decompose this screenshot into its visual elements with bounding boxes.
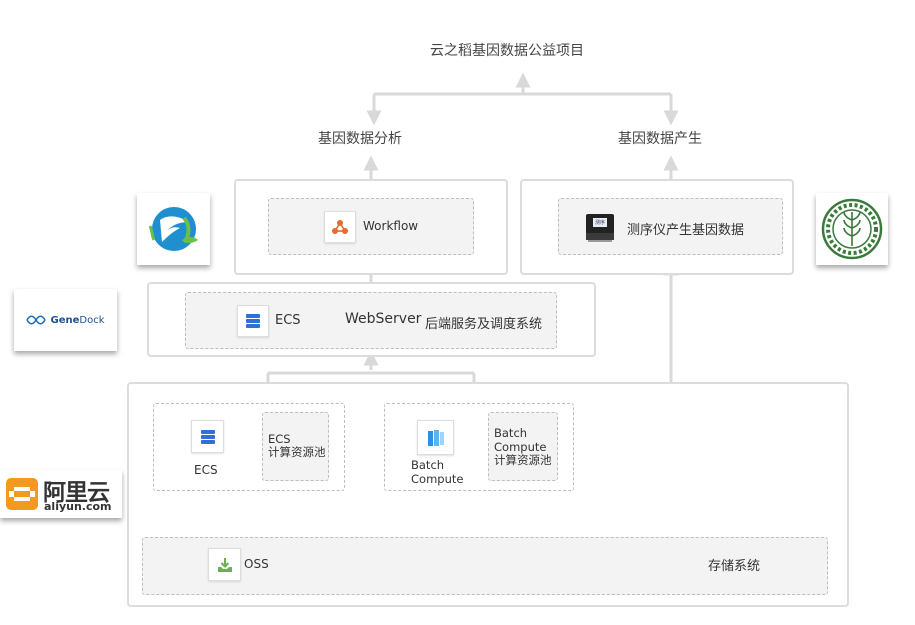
workflow-icon — [324, 211, 356, 243]
webserver-desc: 后端服务及调度系统 — [425, 317, 543, 332]
sequencer-screen-text: 测序 — [595, 220, 606, 226]
top-title: 云之稻基因数据公益项目 — [430, 43, 584, 59]
ecs-pool-line2: 计算资源池 — [268, 445, 326, 459]
rice-project-logo — [137, 193, 210, 265]
analysis-branch-title: 基因数据分析 — [318, 131, 402, 147]
sequencer-label: 测序仪产生基因数据 — [627, 223, 745, 238]
sequencer-icon: 测序 — [584, 211, 616, 243]
generation-branch-title: 基因数据产生 — [618, 131, 702, 147]
ecs-compute-label: ECS — [194, 463, 218, 477]
workflow-label: Workflow — [363, 219, 419, 233]
genedock-text-b: Dock — [79, 314, 105, 326]
server-icon — [237, 305, 269, 337]
genedock-text-a: Gene — [50, 314, 80, 326]
batch-pool-line1: Batch — [494, 426, 528, 440]
oss-icon — [208, 548, 241, 581]
ecs-pool-line1: ECS — [268, 432, 291, 446]
webserver-ecs-label: ECS — [275, 313, 301, 328]
aliyun-en-text: aliyun.com — [44, 500, 112, 513]
storage-desc: 存储系统 — [708, 559, 761, 574]
institute-seal-logo — [816, 193, 888, 265]
batch-pool-line2: Compute — [494, 440, 547, 454]
batch-pool-line3: 计算资源池 — [494, 453, 552, 467]
ecs-server-icon — [191, 420, 224, 453]
webserver-label: WebServer — [345, 311, 422, 327]
oss-label: OSS — [244, 557, 269, 571]
batch-label-line2: Compute — [411, 472, 464, 486]
genedock-logo: Gene Dock — [14, 289, 117, 351]
batch-label-line1: Batch — [411, 458, 445, 472]
aliyun-logo: 阿里云 aliyun.com — [0, 470, 122, 518]
batch-compute-icon — [417, 420, 454, 455]
